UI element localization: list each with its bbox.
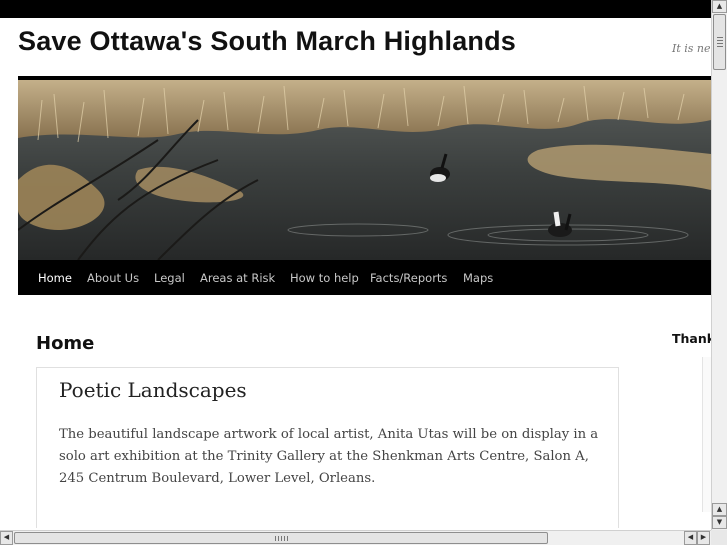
vertical-scrollbar[interactable]: ▲ ▲ ▼	[711, 0, 727, 530]
sidebar-heading: Thank	[672, 331, 711, 346]
site-tagline: It is never	[672, 42, 711, 55]
header-banner-image	[18, 80, 711, 260]
nav-item-about-us[interactable]: About Us	[87, 271, 139, 285]
horizontal-scrollbar[interactable]: ◀ ◀ ▶	[0, 530, 727, 545]
scroll-left-button-right-group[interactable]: ◀	[684, 531, 697, 545]
post-body: The beautiful landscape artwork of local…	[59, 427, 599, 486]
scrollbar-corner	[711, 530, 727, 545]
browser-top-bar	[0, 0, 727, 18]
scroll-up-button[interactable]: ▲	[712, 0, 727, 13]
nav-item-maps[interactable]: Maps	[463, 271, 493, 285]
scroll-down-button[interactable]: ▼	[712, 516, 727, 529]
post-card: Poetic Landscapes The beautiful landscap…	[36, 367, 619, 528]
nav-item-home[interactable]: Home	[38, 271, 72, 285]
site-title[interactable]: Save Ottawa's South March Highlands	[18, 26, 516, 57]
page-viewport: Save Ottawa's South March Highlands It i…	[0, 18, 711, 530]
main-navigation: Home About Us Legal Areas at Risk How to…	[18, 260, 711, 295]
nav-item-how-to-help[interactable]: How to help	[290, 271, 359, 285]
sidebar-widget	[702, 357, 711, 512]
page-heading: Home	[36, 333, 95, 354]
nav-item-legal[interactable]: Legal	[154, 271, 185, 285]
pond-landscape-illustration	[18, 80, 711, 260]
scroll-up-button-lower[interactable]: ▲	[712, 503, 727, 516]
horizontal-scroll-thumb[interactable]	[14, 532, 548, 544]
post-title[interactable]: Poetic Landscapes	[59, 378, 247, 402]
scroll-right-button[interactable]: ▶	[697, 531, 710, 545]
vertical-scroll-thumb[interactable]	[713, 14, 726, 70]
scroll-left-button[interactable]: ◀	[0, 531, 13, 545]
nav-item-areas-at-risk[interactable]: Areas at Risk	[200, 271, 275, 285]
nav-item-facts-reports[interactable]: Facts/Reports	[370, 271, 447, 285]
